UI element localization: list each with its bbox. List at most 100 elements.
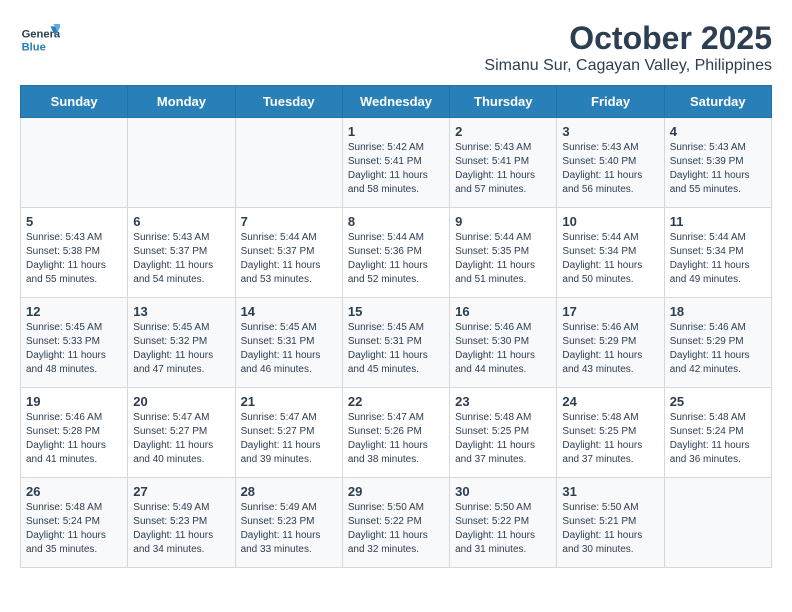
calendar-cell: 11Sunrise: 5:44 AM Sunset: 5:34 PM Dayli… [664,208,771,298]
day-number: 2 [455,124,551,139]
calendar-cell: 29Sunrise: 5:50 AM Sunset: 5:22 PM Dayli… [342,478,449,568]
calendar-cell [21,118,128,208]
day-info: Sunrise: 5:44 AM Sunset: 5:34 PM Dayligh… [562,231,658,287]
day-info: Sunrise: 5:43 AM Sunset: 5:38 PM Dayligh… [26,231,122,287]
weekday-header-tuesday: Tuesday [235,86,342,118]
day-number: 3 [562,124,658,139]
calendar-table: SundayMondayTuesdayWednesdayThursdayFrid… [20,85,772,568]
weekday-header-monday: Monday [128,86,235,118]
calendar-cell: 26 Sunrise: 5:48 AM Sunset: 5:24 PM Dayli… [21,478,128,568]
day-info: Sunrise: 5:43 AM Sunset: 5:39 PM Dayligh… [670,141,766,197]
day-info: Sunrise: 5:44 AM Sunset: 5:34 PM Dayligh… [670,231,766,287]
calendar-cell: 9 Sunrise: 5:44 AM Sunset: 5:35 PM Daylig… [450,208,557,298]
day-number: 30 [455,484,551,499]
day-info: Sunrise: 5:43 AM Sunset: 5:40 PM Dayligh… [562,141,658,197]
calendar-cell: 24 Sunrise: 5:48 AM Sunset: 5:25 PM Dayli… [557,388,664,478]
day-info: Sunrise: 5:42 AM Sunset: 5:41 PM Dayligh… [348,141,444,197]
weekday-header-thursday: Thursday [450,86,557,118]
day-number: 9 [455,214,551,229]
calendar-cell: 5Sunrise: 5:43 AM Sunset: 5:38 PM Daylig… [21,208,128,298]
calendar-cell: 15 Sunrise: 5:45 AM Sunset: 5:31 PM Dayli… [342,298,449,388]
calendar-cell: 30 Sunrise: 5:50 AM Sunset: 5:22 PM Dayli… [450,478,557,568]
calendar-cell: 20 Sunrise: 5:47 AM Sunset: 5:27 PM Dayli… [128,388,235,478]
day-info: Sunrise: 5:47 AM Sunset: 5:27 PM Dayligh… [241,411,337,467]
day-number: 28 [241,484,337,499]
day-number: 18 [670,304,766,319]
calendar-cell: 8 Sunrise: 5:44 AM Sunset: 5:36 PM Daylig… [342,208,449,298]
day-info: Sunrise: 5:45 AM Sunset: 5:32 PM Dayligh… [133,321,229,377]
day-info: Sunrise: 5:48 AM Sunset: 5:25 PM Dayligh… [455,411,551,467]
calendar-cell: 17Sunrise: 5:46 AM Sunset: 5:29 PM Dayli… [557,298,664,388]
weekday-header-wednesday: Wednesday [342,86,449,118]
weekday-header-sunday: Sunday [21,86,128,118]
calendar-cell: 7 Sunrise: 5:44 AM Sunset: 5:37 PM Daylig… [235,208,342,298]
calendar-cell: 22 Sunrise: 5:47 AM Sunset: 5:26 PM Dayli… [342,388,449,478]
day-info: Sunrise: 5:43 AM Sunset: 5:37 PM Dayligh… [133,231,229,287]
calendar-cell: 1Sunrise: 5:42 AM Sunset: 5:41 PM Daylig… [342,118,449,208]
day-number: 20 [133,394,229,409]
calendar-cell: 27 Sunrise: 5:49 AM Sunset: 5:23 PM Dayli… [128,478,235,568]
calendar-cell: 23 Sunrise: 5:48 AM Sunset: 5:25 PM Dayli… [450,388,557,478]
month-title: October 2025 [484,20,772,57]
calendar-cell: 4 Sunrise: 5:43 AM Sunset: 5:39 PM Daylig… [664,118,771,208]
calendar-cell: 31 Sunrise: 5:50 AM Sunset: 5:21 PM Dayli… [557,478,664,568]
day-info: Sunrise: 5:45 AM Sunset: 5:33 PM Dayligh… [26,321,122,377]
day-info: Sunrise: 5:48 AM Sunset: 5:24 PM Dayligh… [670,411,766,467]
day-info: Sunrise: 5:47 AM Sunset: 5:27 PM Dayligh… [133,411,229,467]
day-info: Sunrise: 5:50 AM Sunset: 5:21 PM Dayligh… [562,501,658,557]
day-info: Sunrise: 5:48 AM Sunset: 5:25 PM Dayligh… [562,411,658,467]
calendar-cell: 10 Sunrise: 5:44 AM Sunset: 5:34 PM Dayli… [557,208,664,298]
day-info: Sunrise: 5:46 AM Sunset: 5:30 PM Dayligh… [455,321,551,377]
day-number: 26 [26,484,122,499]
day-number: 31 [562,484,658,499]
svg-text:Blue: Blue [22,41,46,53]
day-number: 13 [133,304,229,319]
calendar-cell: 14 Sunrise: 5:45 AM Sunset: 5:31 PM Dayli… [235,298,342,388]
day-number: 15 [348,304,444,319]
day-info: Sunrise: 5:44 AM Sunset: 5:35 PM Dayligh… [455,231,551,287]
location-subtitle: Simanu Sur, Cagayan Valley, Philippines [484,57,772,75]
calendar-cell [235,118,342,208]
calendar-cell: 16 Sunrise: 5:46 AM Sunset: 5:30 PM Dayli… [450,298,557,388]
calendar-cell: 12 Sunrise: 5:45 AM Sunset: 5:33 PM Dayli… [21,298,128,388]
day-number: 10 [562,214,658,229]
day-number: 22 [348,394,444,409]
calendar-cell [664,478,771,568]
day-info: Sunrise: 5:45 AM Sunset: 5:31 PM Dayligh… [348,321,444,377]
day-number: 12 [26,304,122,319]
calendar-cell: 21 Sunrise: 5:47 AM Sunset: 5:27 PM Dayli… [235,388,342,478]
calendar-cell: 13 Sunrise: 5:45 AM Sunset: 5:32 PM Dayli… [128,298,235,388]
calendar-cell: 25Sunrise: 5:48 AM Sunset: 5:24 PM Dayli… [664,388,771,478]
day-info: Sunrise: 5:43 AM Sunset: 5:41 PM Dayligh… [455,141,551,197]
calendar-cell: 6 Sunrise: 5:43 AM Sunset: 5:37 PM Daylig… [128,208,235,298]
weekday-header-friday: Friday [557,86,664,118]
day-number: 16 [455,304,551,319]
day-number: 4 [670,124,766,139]
calendar-cell [128,118,235,208]
day-info: Sunrise: 5:45 AM Sunset: 5:31 PM Dayligh… [241,321,337,377]
day-number: 21 [241,394,337,409]
day-info: Sunrise: 5:48 AM Sunset: 5:24 PM Dayligh… [26,501,122,557]
day-number: 23 [455,394,551,409]
day-info: Sunrise: 5:44 AM Sunset: 5:36 PM Dayligh… [348,231,444,287]
day-info: Sunrise: 5:46 AM Sunset: 5:29 PM Dayligh… [670,321,766,377]
day-number: 29 [348,484,444,499]
day-info: Sunrise: 5:46 AM Sunset: 5:28 PM Dayligh… [26,411,122,467]
calendar-cell: 2 Sunrise: 5:43 AM Sunset: 5:41 PM Daylig… [450,118,557,208]
day-number: 8 [348,214,444,229]
day-number: 7 [241,214,337,229]
calendar-cell: 19Sunrise: 5:46 AM Sunset: 5:28 PM Dayli… [21,388,128,478]
day-number: 24 [562,394,658,409]
day-info: Sunrise: 5:47 AM Sunset: 5:26 PM Dayligh… [348,411,444,467]
day-number: 6 [133,214,229,229]
logo: General Blue [20,20,64,60]
day-info: Sunrise: 5:49 AM Sunset: 5:23 PM Dayligh… [133,501,229,557]
day-number: 17 [562,304,658,319]
day-number: 27 [133,484,229,499]
day-info: Sunrise: 5:50 AM Sunset: 5:22 PM Dayligh… [455,501,551,557]
day-info: Sunrise: 5:44 AM Sunset: 5:37 PM Dayligh… [241,231,337,287]
weekday-header-saturday: Saturday [664,86,771,118]
day-info: Sunrise: 5:49 AM Sunset: 5:23 PM Dayligh… [241,501,337,557]
calendar-cell: 28 Sunrise: 5:49 AM Sunset: 5:23 PM Dayli… [235,478,342,568]
day-number: 14 [241,304,337,319]
